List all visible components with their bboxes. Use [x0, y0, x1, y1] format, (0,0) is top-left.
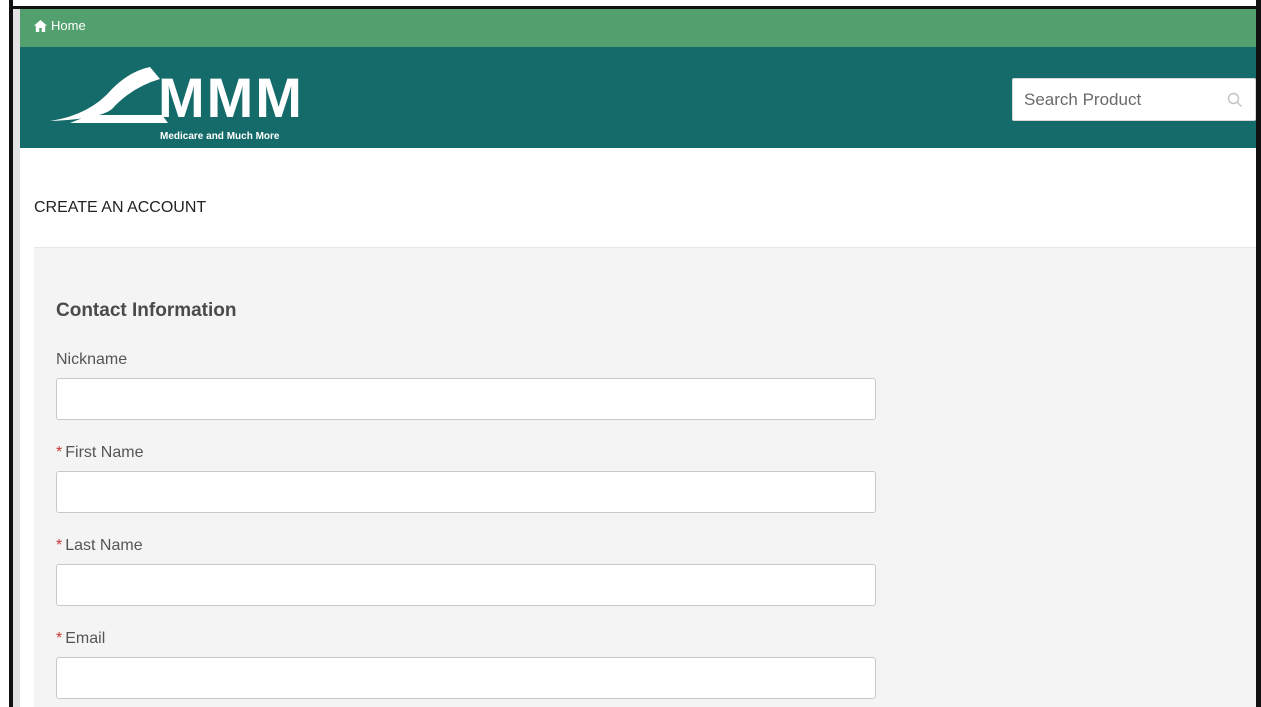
email-field[interactable] — [56, 657, 876, 699]
site-header: MMM Medicare and Much More — [20, 47, 1256, 148]
home-link[interactable]: Home — [34, 18, 86, 33]
product-search — [1012, 78, 1256, 121]
first-name-label: * First Name — [56, 444, 143, 462]
logo-wordmark: MMM — [158, 66, 304, 129]
window-frame-top — [0, 0, 1261, 9]
nickname-label-text: Nickname — [56, 351, 128, 368]
logo-tagline: Medicare and Much More — [160, 131, 280, 142]
last-name-label-text: Last Name — [65, 537, 143, 554]
window-frame-left — [0, 0, 13, 707]
required-marker: * — [56, 630, 63, 647]
email-label-text: Email — [65, 630, 106, 647]
account-form: Contact Information Nickname * First Name… — [34, 248, 1256, 707]
page-left-gutter — [13, 9, 20, 707]
last-name-field[interactable] — [56, 564, 876, 606]
last-name-label: * Last Name — [56, 537, 143, 555]
nickname-label: Nickname — [56, 351, 127, 369]
nickname-field[interactable] — [56, 378, 876, 420]
first-name-label-text: First Name — [65, 444, 144, 461]
email-label: * Email — [56, 630, 105, 648]
section-title: Contact Information — [56, 300, 237, 321]
window-frame-right — [1256, 0, 1261, 707]
top-nav-bar: Home — [20, 9, 1256, 47]
mmm-logo[interactable]: MMM Medicare and Much More — [50, 66, 340, 147]
required-marker: * — [56, 444, 63, 461]
logo-mountain-icon — [50, 67, 168, 123]
search-input[interactable] — [1013, 88, 1216, 111]
first-name-field[interactable] — [56, 471, 876, 513]
search-icon[interactable] — [1227, 92, 1243, 108]
page-title: CREATE AN ACCOUNT — [34, 199, 207, 216]
home-link-label: Home — [51, 18, 86, 33]
home-icon — [34, 19, 47, 32]
required-marker: * — [56, 537, 63, 554]
